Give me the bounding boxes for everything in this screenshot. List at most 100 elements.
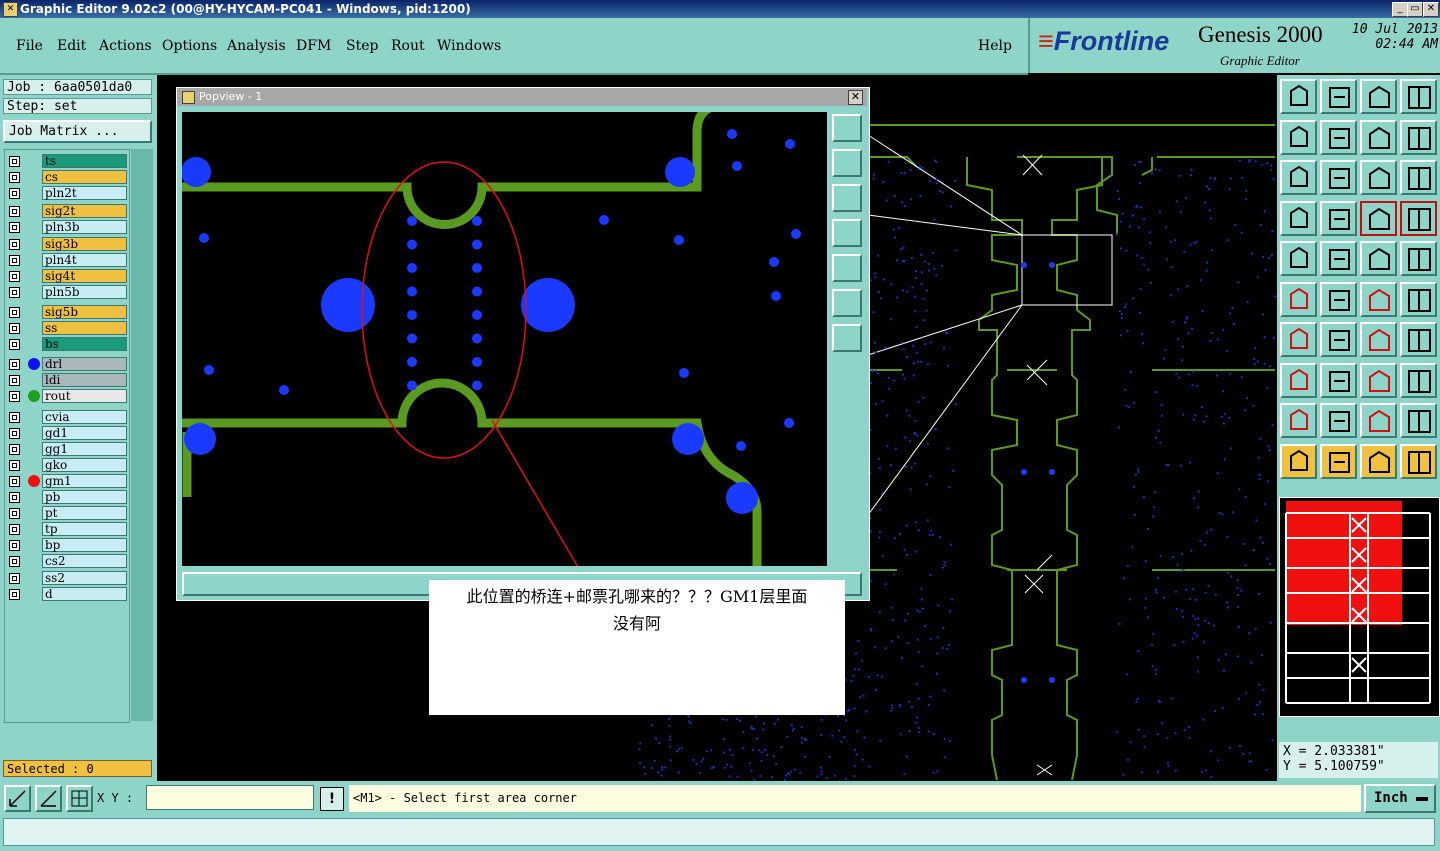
layer-name[interactable]: pb	[42, 490, 127, 504]
layer-checkbox[interactable]	[9, 188, 20, 200]
layer-row-bs[interactable]: bs	[5, 337, 129, 352]
layer-checkbox[interactable]	[9, 359, 20, 371]
layer-copy-button[interactable]	[1400, 200, 1437, 236]
pad-add-button[interactable]	[1280, 362, 1317, 398]
layer-checkbox[interactable]	[9, 222, 20, 234]
layer-row-pt[interactable]: pt	[5, 506, 129, 521]
xy-input[interactable]	[146, 785, 314, 810]
layer-name[interactable]: rout	[42, 389, 127, 404]
layer-name[interactable]: ss	[42, 321, 127, 335]
layer-name[interactable]: pt	[42, 506, 127, 521]
layer-name[interactable]: bp	[42, 538, 127, 553]
menu-analysis[interactable]: Analysis	[227, 38, 286, 54]
redraw-button[interactable]	[1360, 119, 1397, 155]
cross-select-button[interactable]	[1320, 281, 1357, 317]
layer-row-tp[interactable]: tp	[5, 522, 129, 537]
ruler-button[interactable]	[1360, 241, 1397, 276]
layer-row-sig5b[interactable]: sig5b	[5, 304, 129, 320]
pop-zoom-out-button[interactable]	[832, 324, 862, 352]
layer-row-pb[interactable]: pb	[5, 490, 129, 505]
line-pad-button[interactable]	[1360, 281, 1397, 317]
layer-row-ldi[interactable]: ldi	[5, 373, 129, 388]
layer-name[interactable]: ss2	[42, 570, 127, 585]
layer-row-ts[interactable]: ts	[5, 154, 129, 169]
layer-name[interactable]: pln3b	[42, 220, 127, 235]
pop-pan-left-button[interactable]	[832, 219, 862, 247]
layer-name[interactable]: d	[42, 586, 127, 601]
layer-checkbox[interactable]	[9, 375, 20, 387]
layer-checkbox[interactable]	[9, 206, 20, 218]
layer-row-cvia[interactable]: cvia	[5, 409, 129, 425]
zoom-window-button[interactable]	[1360, 79, 1397, 114]
job-matrix-button[interactable]: Job Matrix ...	[3, 120, 152, 143]
zoom-out-button[interactable]	[1320, 160, 1357, 195]
bar-tool-button[interactable]	[1320, 362, 1357, 398]
layer-checkbox[interactable]	[9, 427, 20, 439]
layer-row-pln3b[interactable]: pln3b	[5, 220, 129, 235]
scale-1-2-button[interactable]	[1360, 160, 1397, 195]
layer-row-ss2[interactable]: ss2	[5, 570, 129, 586]
zoom-fit-button[interactable]	[1320, 79, 1357, 114]
layer-checkbox[interactable]	[9, 508, 20, 520]
layer-checkbox[interactable]	[9, 172, 20, 184]
pan-left-button[interactable]	[1280, 119, 1317, 155]
layer-row-pln5b[interactable]: pln5b	[5, 284, 129, 300]
pop-pan-up-button[interactable]	[832, 149, 862, 177]
route-line-button[interactable]	[1400, 281, 1437, 317]
pop-zoom-home-button[interactable]	[832, 114, 862, 142]
layer-row-pln2t[interactable]: pln2t	[5, 186, 129, 201]
text-mirror-button[interactable]	[1400, 322, 1437, 357]
menu-help[interactable]: Help	[978, 38, 1012, 54]
pan-right-button[interactable]	[1320, 119, 1357, 155]
zoom-area-button[interactable]	[1400, 79, 1437, 114]
layer-row-cs[interactable]: cs	[5, 170, 129, 185]
menu-windows[interactable]: Windows	[437, 38, 501, 54]
layer-checkbox[interactable]	[9, 588, 20, 600]
angle-line-button[interactable]	[1280, 322, 1317, 357]
pop-pan-down-button[interactable]	[832, 184, 862, 212]
layer-row-d[interactable]: d	[5, 586, 129, 602]
layer-checkbox[interactable]	[9, 540, 20, 552]
layer-name[interactable]: sig3b	[42, 236, 127, 251]
pointer-button[interactable]	[1280, 443, 1317, 479]
layer-checkbox[interactable]	[9, 286, 20, 298]
layer-name[interactable]: sig2t	[42, 204, 127, 219]
select-box-button[interactable]	[1320, 443, 1357, 479]
layer-name[interactable]: cvia	[42, 409, 127, 424]
menu-file[interactable]: File	[16, 38, 43, 54]
layer-checkbox[interactable]	[9, 411, 20, 423]
alert-button[interactable]: !	[320, 787, 344, 811]
close-button[interactable]: ✕	[1423, 2, 1439, 17]
unit-selector[interactable]: Inch	[1364, 784, 1436, 813]
connect-pads-button[interactable]	[1280, 281, 1317, 317]
layer-row-rout[interactable]: rout	[5, 389, 129, 404]
layer-checkbox[interactable]	[9, 475, 20, 487]
layer-checkbox[interactable]	[9, 524, 20, 536]
menu-rout[interactable]: Rout	[391, 38, 425, 54]
menu-options[interactable]: Options	[162, 38, 217, 54]
layer-row-sig2t[interactable]: sig2t	[5, 204, 129, 219]
layer-name[interactable]: ts	[42, 154, 127, 168]
layer-row-drl[interactable]: drl	[5, 357, 129, 372]
layer-row-gg1[interactable]: gg1	[5, 441, 129, 457]
layer-name[interactable]: tp	[42, 522, 127, 537]
help-query-button[interactable]	[1400, 160, 1437, 195]
layer-row-ss[interactable]: ss	[5, 321, 129, 336]
layer-name[interactable]: drl	[42, 357, 127, 372]
snap-settings-button[interactable]	[1280, 200, 1317, 236]
pop-pan-right-button[interactable]	[832, 254, 862, 282]
layer-name[interactable]: pln5b	[42, 284, 127, 299]
layer-row-gm1[interactable]: gm1	[5, 473, 129, 489]
layer-compare-button[interactable]	[1360, 200, 1397, 236]
shape-tool-button[interactable]	[1400, 362, 1437, 398]
polygon-tool-button[interactable]	[1320, 403, 1357, 438]
tri-tool-button[interactable]	[1280, 403, 1317, 438]
grid-mode-button[interactable]	[66, 785, 93, 812]
layer-checkbox[interactable]	[9, 270, 20, 282]
layer-row-sig3b[interactable]: sig3b	[5, 236, 129, 252]
menu-edit[interactable]: Edit	[57, 38, 86, 54]
zoom-in-button[interactable]	[1280, 160, 1317, 195]
layer-checkbox[interactable]	[9, 339, 20, 351]
ruler-h-button[interactable]	[1360, 362, 1397, 398]
bridge-tool-button[interactable]	[1400, 403, 1437, 438]
